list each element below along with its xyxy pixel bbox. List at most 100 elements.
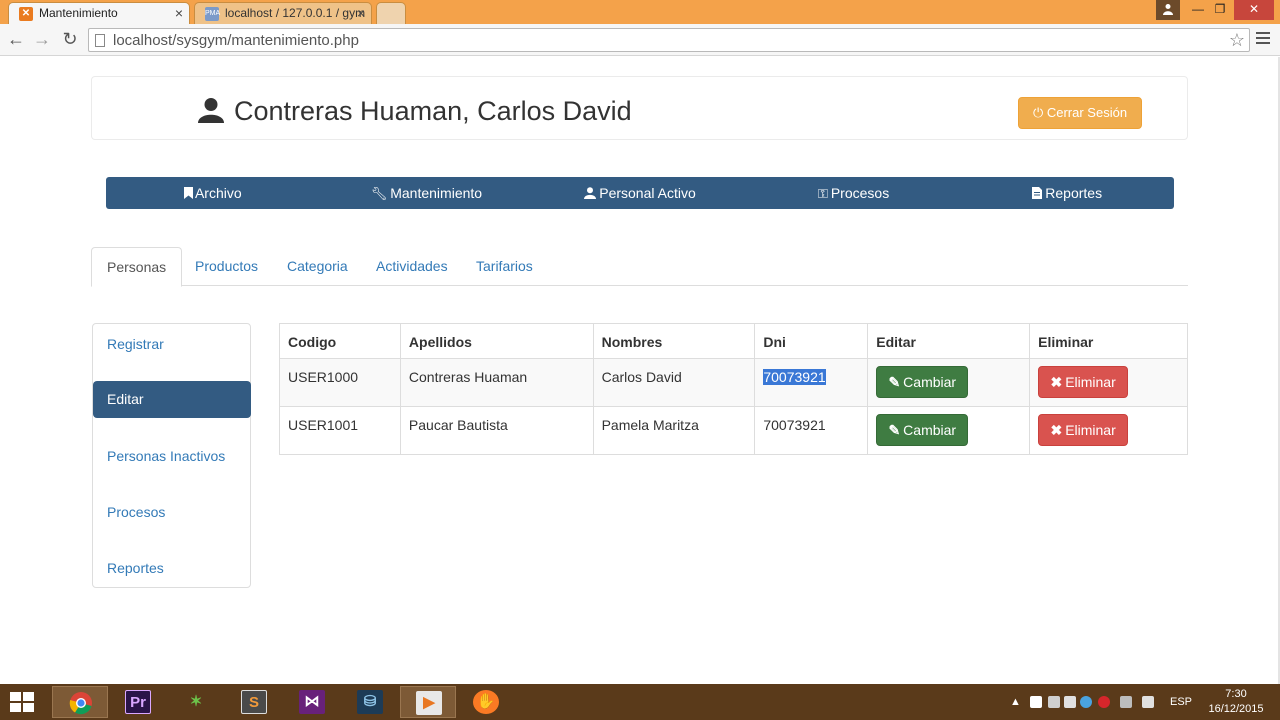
browser-tab-mantenimiento[interactable]: ✕ Mantenimiento ×: [8, 2, 190, 24]
taskbar-premiere[interactable]: Pr: [110, 686, 166, 718]
windows-start-icon[interactable]: [10, 692, 36, 714]
tab-productos[interactable]: Productos: [180, 247, 273, 286]
taskbar-mysql-workbench[interactable]: ⛁: [342, 686, 398, 718]
tab-actividades[interactable]: Actividades: [361, 247, 463, 286]
cell-dni: 70073921: [754, 406, 869, 455]
cell-apellidos: Paucar Bautista: [399, 406, 594, 455]
address-bar[interactable]: localhost/sysgym/mantenimiento.php ☆: [88, 28, 1250, 52]
close-tab-icon[interactable]: ×: [175, 3, 183, 23]
browser-menu-icon[interactable]: [1256, 32, 1270, 48]
column-header-dni: Dni: [754, 323, 869, 359]
tab-categoria[interactable]: Categoria: [272, 247, 363, 286]
cambiar-button[interactable]: ✎ Cambiar: [876, 414, 969, 446]
power-icon: ⏻: [1032, 105, 1044, 120]
taskbar-media-player[interactable]: ▶: [400, 686, 456, 718]
tab-personas[interactable]: Personas: [91, 247, 183, 287]
usb-icon[interactable]: [1048, 696, 1060, 708]
nav-item-archivo[interactable]: Archivo: [106, 177, 320, 209]
cambiar-button[interactable]: ✎ Cambiar: [876, 366, 969, 398]
table-row: USER1000 Contreras Huaman Carlos David 7…: [279, 358, 1188, 407]
cambiar-label: Cambiar: [903, 374, 957, 390]
page-icon: [95, 34, 105, 47]
column-header-nombres: Nombres: [592, 323, 756, 359]
nav-item-label: Mantenimiento: [390, 185, 483, 201]
cell-codigo: USER1000: [279, 358, 401, 407]
cell-codigo: USER1001: [279, 406, 401, 455]
clock-date: 16/12/2015: [1208, 703, 1264, 715]
system-clock[interactable]: 7:30 16/12/2015: [1200, 687, 1272, 717]
new-tab-button[interactable]: [376, 2, 406, 24]
cell-nombres: Pamela Maritza: [592, 406, 756, 455]
sidebar-item-editar[interactable]: Editar: [93, 381, 251, 418]
column-header-apellidos: Apellidos: [399, 323, 594, 359]
personas-table: Codigo Apellidos Nombres Dni Editar Elim…: [279, 323, 1188, 455]
sidebar-item-registrar[interactable]: Registrar: [93, 336, 250, 352]
user-icon: [584, 187, 597, 199]
close-tab-icon[interactable]: ×: [357, 3, 365, 23]
taskbar-chrome[interactable]: [52, 686, 108, 718]
sidebar-menu: Registrar Editar Personas Inactivos Proc…: [92, 323, 251, 588]
nav-item-reportes[interactable]: Reportes: [960, 177, 1174, 209]
minimize-window-icon[interactable]: —: [1186, 0, 1210, 20]
security-icon[interactable]: [1080, 696, 1092, 708]
taskbar-visual-studio[interactable]: ⋈: [284, 686, 340, 718]
browser-toolbar: ← → ↻ localhost/sysgym/mantenimiento.php…: [0, 24, 1280, 56]
nav-item-procesos[interactable]: ⚿ Procesos: [747, 177, 961, 209]
logout-button[interactable]: ⏻ Cerrar Sesión: [1018, 97, 1142, 129]
file-icon: [1032, 187, 1043, 199]
nav-item-label: Personal Activo: [599, 185, 696, 201]
show-hidden-icons-icon[interactable]: ▲: [1010, 684, 1021, 720]
volume-icon[interactable]: [1142, 696, 1154, 708]
sync-icon[interactable]: [1064, 696, 1076, 708]
taskbar-sublime[interactable]: S: [226, 686, 282, 718]
user-name-heading: Contreras Huaman, Carlos David: [234, 96, 632, 126]
windows-icon[interactable]: [1030, 696, 1042, 708]
antivirus-icon[interactable]: [1098, 696, 1110, 708]
profile-icon[interactable]: [1156, 0, 1180, 20]
cell-nombres: Carlos David: [592, 358, 756, 407]
close-window-icon[interactable]: ✕: [1234, 0, 1274, 20]
xampp-favicon-icon: ✕: [19, 7, 33, 21]
section-tabs: Personas Productos Categoria Actividades…: [91, 247, 1188, 287]
sidebar-item-reportes[interactable]: Reportes: [93, 560, 250, 576]
table-row: USER1001 Paucar Bautista Pamela Maritza …: [279, 406, 1188, 455]
nav-item-mantenimiento[interactable]: 🔧︎ Mantenimiento: [320, 177, 534, 209]
column-header-eliminar: Eliminar: [1029, 323, 1188, 359]
phpmyadmin-favicon-icon: PMA: [205, 7, 220, 21]
nav-item-label: Archivo: [194, 185, 242, 201]
remove-icon: ✖: [1050, 422, 1063, 438]
restore-window-icon[interactable]: ❐: [1208, 0, 1232, 20]
browser-tab-phpmyadmin[interactable]: PMA localhost / 127.0.0.1 / gym ×: [194, 2, 372, 24]
browser-tab-title: localhost / 127.0.0.1 / gym: [225, 6, 366, 20]
sidebar-item-personas-inactivos[interactable]: Personas Inactivos: [93, 448, 250, 464]
eliminar-button[interactable]: ✖ Eliminar: [1038, 414, 1129, 446]
reload-icon[interactable]: ↻: [60, 30, 80, 50]
nav-item-label: Reportes: [1045, 185, 1103, 201]
bookmark-star-icon[interactable]: ☆: [1229, 30, 1245, 51]
nav-item-personal-activo[interactable]: Personal Activo: [533, 177, 747, 209]
cell-dni[interactable]: 70073921: [754, 358, 869, 407]
cell-eliminar: ✖ Eliminar: [1029, 406, 1188, 455]
eliminar-label: Eliminar: [1065, 422, 1116, 438]
table-header-row: Codigo Apellidos Nombres Dni Editar Elim…: [279, 323, 1188, 359]
xampp-icon: ✋: [473, 690, 499, 714]
input-language[interactable]: ESP: [1170, 684, 1192, 720]
column-header-editar: Editar: [867, 323, 1031, 359]
eliminar-label: Eliminar: [1065, 374, 1116, 390]
chrome-icon: [69, 692, 92, 715]
taskbar-xampp[interactable]: ✋: [458, 686, 514, 718]
network-icon[interactable]: [1120, 696, 1132, 708]
back-arrow-icon[interactable]: ←: [6, 30, 26, 50]
camtasia-icon: ✶: [189, 693, 203, 710]
remove-icon: ✖: [1050, 374, 1063, 390]
nav-item-label: Procesos: [830, 185, 890, 201]
tab-tarifarios[interactable]: Tarifarios: [461, 247, 548, 286]
sidebar-item-procesos[interactable]: Procesos: [93, 504, 250, 520]
browser-tab-title: Mantenimiento: [39, 6, 118, 20]
cell-apellidos: Contreras Huaman: [399, 358, 594, 407]
selected-dni-text[interactable]: 70073921: [763, 369, 826, 385]
clock-time: 7:30: [1225, 688, 1247, 700]
eliminar-button[interactable]: ✖ Eliminar: [1038, 366, 1129, 398]
forward-arrow-icon[interactable]: →: [32, 30, 52, 50]
taskbar-camtasia[interactable]: ✶: [168, 686, 224, 718]
